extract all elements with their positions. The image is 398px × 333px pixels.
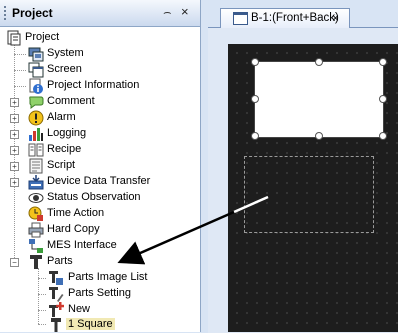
tree-item-parts[interactable]: − Parts bbox=[0, 254, 200, 270]
tab-screen-b1[interactable]: B-1:(Front+Back) × bbox=[220, 8, 350, 28]
tree-item-project-information[interactable]: Project Information bbox=[0, 78, 200, 94]
tree-item-label: Parts bbox=[47, 255, 73, 267]
pin-icon[interactable]: ⌢ bbox=[163, 4, 172, 20]
tree-item-project[interactable]: Project bbox=[0, 30, 200, 46]
tree-item-parts-setting[interactable]: Parts Setting bbox=[0, 286, 200, 302]
screen-icon bbox=[233, 12, 248, 25]
resize-handle[interactable] bbox=[251, 58, 259, 66]
mes-interface-icon bbox=[28, 238, 44, 254]
tree-item-hard-copy[interactable]: Hard Copy bbox=[0, 222, 200, 238]
resize-handle[interactable] bbox=[379, 132, 387, 140]
tree-item-label: New bbox=[68, 303, 91, 315]
screen-icon bbox=[28, 62, 44, 78]
logging-icon bbox=[28, 126, 44, 142]
expand-icon[interactable]: + bbox=[10, 162, 19, 171]
resize-handle[interactable] bbox=[379, 58, 387, 66]
script-icon bbox=[28, 158, 44, 174]
close-icon[interactable]: × bbox=[332, 11, 339, 25]
tree-item-label: 1 Square bbox=[66, 318, 115, 330]
tree-item-label: Logging bbox=[47, 127, 87, 139]
panel-grip[interactable] bbox=[4, 6, 8, 20]
status-observation-icon bbox=[28, 190, 44, 206]
tree-item-comment[interactable]: + Comment bbox=[0, 94, 200, 110]
tree-item-label: System bbox=[47, 47, 84, 59]
tree-item-script[interactable]: + Script bbox=[0, 158, 200, 174]
tree-item-label: Hard Copy bbox=[47, 223, 100, 235]
parts-image-list-icon bbox=[48, 270, 64, 286]
project-icon bbox=[6, 30, 22, 46]
project-panel: Project ⌢ × Project System Screen Projec… bbox=[0, 0, 201, 332]
tree-item-label: Device Data Transfer bbox=[47, 175, 151, 187]
tree-item-system[interactable]: System bbox=[0, 46, 200, 62]
panel-header: Project ⌢ × bbox=[0, 0, 200, 27]
parts-icon bbox=[28, 254, 44, 270]
tree-item-label: Status Observation bbox=[47, 191, 141, 203]
tree-item-parts-image-list[interactable]: Parts Image List bbox=[0, 270, 200, 286]
resize-handle[interactable] bbox=[251, 95, 259, 103]
device-data-transfer-icon bbox=[28, 174, 44, 190]
tree-item-label: MES Interface bbox=[47, 239, 117, 251]
collapse-icon[interactable]: − bbox=[10, 258, 19, 267]
parts-setting-icon bbox=[48, 286, 64, 302]
tree-item-label: Parts Setting bbox=[68, 287, 131, 299]
comment-icon bbox=[28, 94, 44, 110]
tree-item-label: Project Information bbox=[47, 79, 140, 91]
tree-item-device-data-transfer[interactable]: + Device Data Transfer bbox=[0, 174, 200, 190]
tree-item-label: Screen bbox=[47, 63, 82, 75]
resize-handle[interactable] bbox=[315, 58, 323, 66]
tree-item-label: Project bbox=[25, 31, 60, 43]
tree-item-new-part[interactable]: New bbox=[0, 302, 200, 318]
tree-item-label: Parts Image List bbox=[68, 271, 148, 283]
drop-placement-outline bbox=[244, 156, 374, 233]
tree-item-status-observation[interactable]: Status Observation bbox=[0, 190, 200, 206]
expand-icon[interactable]: + bbox=[10, 178, 19, 187]
expand-icon[interactable]: + bbox=[10, 146, 19, 155]
resize-handle[interactable] bbox=[315, 132, 323, 140]
tree-item-mes-interface[interactable]: MES Interface bbox=[0, 238, 200, 254]
tree-item-1-square[interactable]: 1 Square bbox=[0, 317, 200, 333]
system-icon bbox=[28, 46, 44, 62]
tree-item-time-action[interactable]: Time Action bbox=[0, 206, 200, 222]
square-part-shape[interactable] bbox=[254, 61, 384, 138]
tree-item-screen[interactable]: Screen bbox=[0, 62, 200, 78]
tree-item-label: Comment bbox=[47, 95, 95, 107]
tree-item-label: Recipe bbox=[47, 143, 82, 155]
expand-icon[interactable]: + bbox=[10, 98, 19, 107]
tree-item-label: Time Action bbox=[47, 207, 105, 219]
recipe-icon bbox=[28, 142, 44, 158]
close-icon[interactable]: × bbox=[181, 4, 189, 19]
expand-icon[interactable]: + bbox=[10, 130, 19, 139]
alarm-icon bbox=[28, 110, 44, 126]
resize-handle[interactable] bbox=[251, 132, 259, 140]
tree-item-label: Alarm bbox=[47, 111, 76, 123]
resize-handle[interactable] bbox=[379, 95, 387, 103]
hard-copy-icon bbox=[28, 222, 44, 238]
new-part-icon bbox=[48, 302, 64, 318]
info-icon bbox=[28, 78, 44, 94]
expand-icon[interactable]: + bbox=[10, 114, 19, 123]
part-icon bbox=[48, 317, 64, 333]
panel-title: Project bbox=[12, 6, 53, 20]
tab-label: B-1:(Front+Back) bbox=[251, 12, 339, 24]
tree-item-label: Script bbox=[47, 159, 76, 171]
tree-item-recipe[interactable]: + Recipe bbox=[0, 142, 200, 158]
time-action-icon bbox=[28, 206, 44, 222]
tree-item-alarm[interactable]: + Alarm bbox=[0, 110, 200, 126]
tree-item-logging[interactable]: + Logging bbox=[0, 126, 200, 142]
